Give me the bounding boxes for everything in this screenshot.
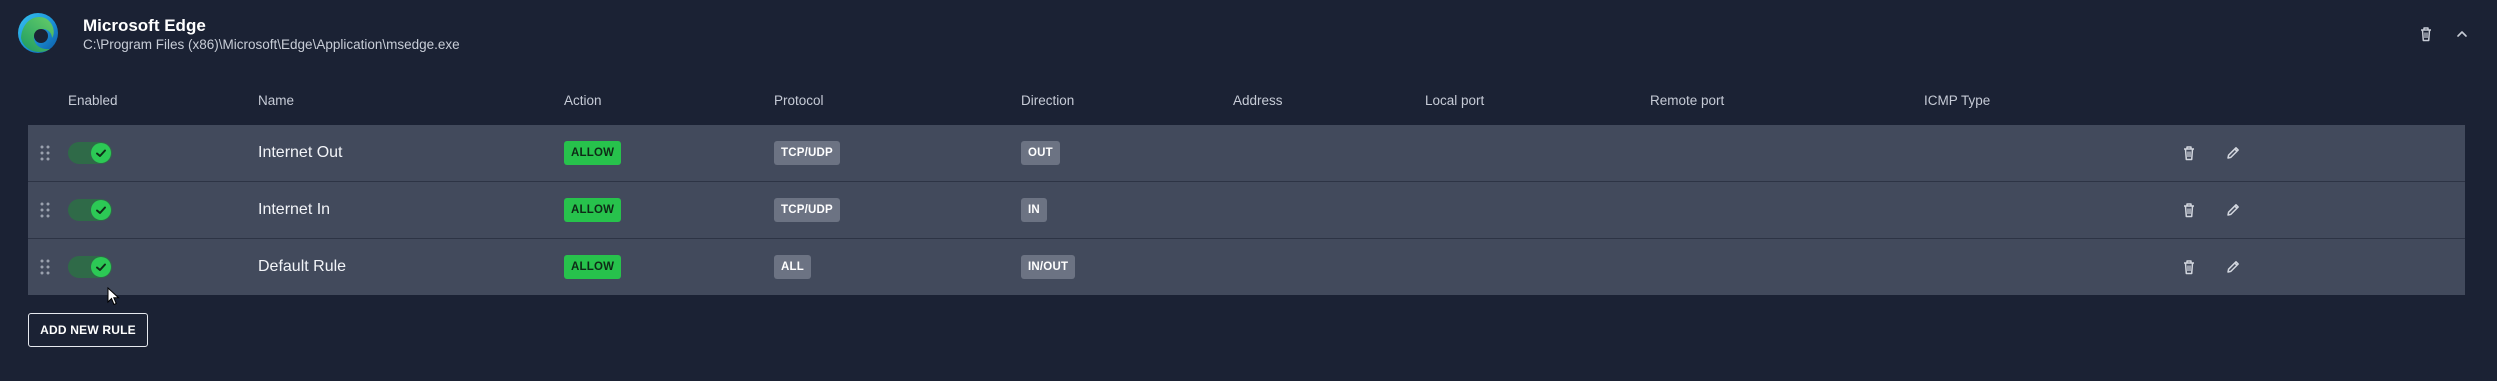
drag-handle-icon[interactable] — [39, 201, 51, 219]
enabled-toggle[interactable] — [68, 256, 112, 278]
protocol-badge: ALL — [774, 255, 811, 279]
mouse-cursor-icon — [107, 287, 120, 306]
add-new-rule-button[interactable]: ADD NEW RULE — [28, 313, 148, 347]
enabled-toggle[interactable] — [68, 199, 112, 221]
action-badge: ALLOW — [564, 255, 622, 279]
app-header: Microsoft Edge C:\Program Files (x86)\Mi… — [0, 0, 2497, 70]
column-header-icmp-type: ICMP Type — [1924, 93, 1991, 108]
toggle-knob — [91, 143, 111, 163]
rule-name: Internet In — [258, 201, 331, 218]
column-header-remote-port: Remote port — [1650, 93, 1725, 108]
chevron-up-icon[interactable] — [2452, 24, 2472, 44]
drag-handle-icon[interactable] — [39, 144, 51, 162]
check-icon — [96, 149, 106, 157]
protocol-badge: TCP/UDP — [774, 198, 840, 222]
action-badge: ALLOW — [564, 141, 622, 165]
enabled-toggle[interactable] — [68, 142, 112, 164]
direction-badge: OUT — [1021, 141, 1060, 165]
rule-row: Default Rule ALLOW ALL IN/OUT — [28, 239, 2465, 295]
trash-icon[interactable] — [2179, 143, 2199, 163]
protocol-badge: TCP/UDP — [774, 141, 840, 165]
trash-icon[interactable] — [2179, 257, 2199, 277]
app-name: Microsoft Edge — [83, 16, 206, 35]
trash-icon[interactable] — [2179, 200, 2199, 220]
edge-logo-icon — [18, 13, 58, 53]
direction-badge: IN — [1021, 198, 1047, 222]
pencil-icon[interactable] — [2223, 257, 2243, 277]
column-header-address: Address — [1233, 93, 1283, 108]
action-badge: ALLOW — [564, 198, 622, 222]
rules-list: Internet Out ALLOW TCP/UDP OUT Internet … — [28, 125, 2465, 295]
column-header-name: Name — [258, 93, 295, 108]
rule-row: Internet Out ALLOW TCP/UDP OUT — [28, 125, 2465, 182]
rule-row: Internet In ALLOW TCP/UDP IN — [28, 182, 2465, 239]
pencil-icon[interactable] — [2223, 143, 2243, 163]
column-header-enabled: Enabled — [68, 93, 118, 108]
check-icon — [96, 263, 106, 271]
column-header-protocol: Protocol — [774, 93, 824, 108]
column-header-direction: Direction — [1021, 93, 1075, 108]
column-header-local-port: Local port — [1425, 93, 1485, 108]
app-path: C:\Program Files (x86)\Microsoft\Edge\Ap… — [83, 37, 460, 52]
direction-badge: IN/OUT — [1021, 255, 1076, 279]
column-header-action: Action — [564, 93, 602, 108]
check-icon — [96, 206, 106, 214]
toggle-knob — [91, 200, 111, 220]
rule-name: Default Rule — [258, 258, 347, 275]
drag-handle-icon[interactable] — [39, 258, 51, 276]
trash-icon[interactable] — [2416, 24, 2436, 44]
toggle-knob — [91, 257, 111, 277]
rule-name: Internet Out — [258, 144, 343, 161]
pencil-icon[interactable] — [2223, 200, 2243, 220]
